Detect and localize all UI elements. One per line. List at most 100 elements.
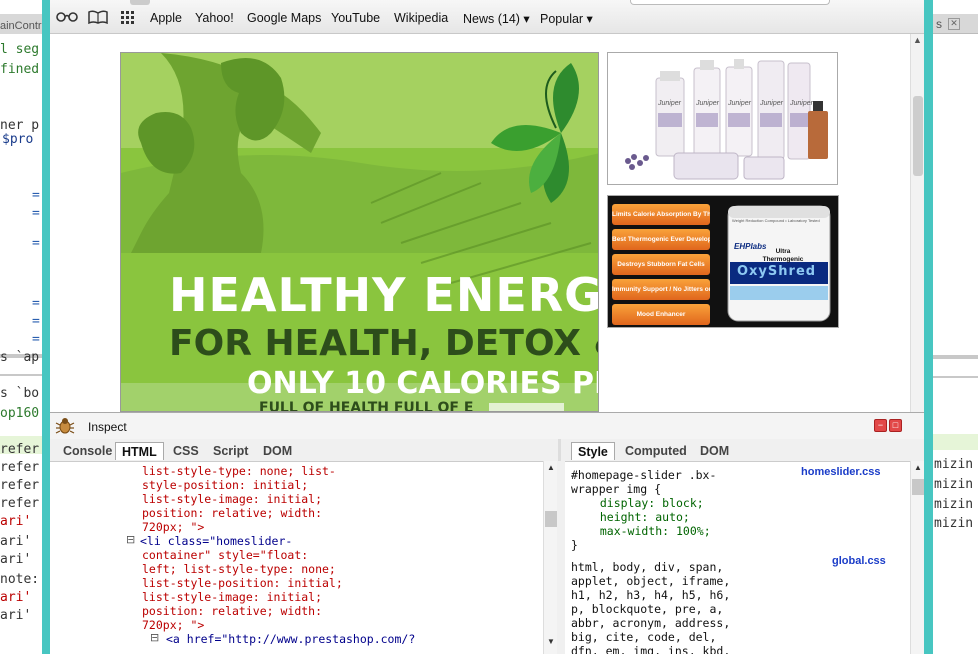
html-pane-scrollbar-track[interactable]: ▲ ▼ <box>543 461 557 654</box>
page-scroll-thumb[interactable] <box>913 96 923 176</box>
bookmark-google-maps[interactable]: Google Maps <box>247 11 321 25</box>
html-tree-line[interactable]: position: relative; width: <box>142 604 322 618</box>
style-rules-pane[interactable]: #homepage-slider .bx-wrapper img { displ… <box>565 461 910 654</box>
html-tree-line[interactable]: 720px; "> <box>142 618 204 632</box>
css-selector[interactable]: } <box>571 538 578 552</box>
ide-code-line: refer <box>0 496 40 511</box>
html-tree-pane[interactable]: list-style-type: none; list-style-positi… <box>50 461 543 654</box>
tree-collapse-toggle-icon[interactable]: ⊟ <box>150 631 159 644</box>
tab-style-dom[interactable]: DOM <box>694 442 735 460</box>
page-vertical-scrollbar[interactable]: ▲ <box>910 34 924 412</box>
ide-code-line: fined <box>0 62 40 77</box>
inspector-panel: Inspect − □ Console HTML CSS Script DOM … <box>50 412 924 654</box>
css-selector[interactable]: wrapper img { <box>571 482 661 496</box>
scroll-up-arrow-icon[interactable]: ▲ <box>913 35 922 45</box>
html-tree-line[interactable]: <li class="homeslider- <box>140 534 292 548</box>
bookmark-wikipedia[interactable]: Wikipedia <box>394 11 448 25</box>
css-selector[interactable]: h1, h2, h3, h4, h5, h6, <box>571 588 730 602</box>
css-selector[interactable]: abbr, acronym, address, <box>571 616 730 630</box>
bookmark-yahoo[interactable]: Yahoo! <box>195 11 234 25</box>
stylesheet-link-homeslider[interactable]: homeslider.css <box>801 466 881 478</box>
ide-code-line: = <box>32 314 40 329</box>
reading-list-icon[interactable] <box>56 9 78 23</box>
html-tree-line[interactable]: <a href="http://www.prestashop.com/? <box>166 632 415 646</box>
ide-code-line: ari' <box>0 514 32 529</box>
css-selector[interactable]: html, body, div, span, <box>571 560 723 574</box>
html-tree-line[interactable]: list-style-position: initial; <box>142 576 343 590</box>
inspector-minimize-button[interactable]: − <box>874 419 887 432</box>
ad-oxyshred[interactable]: Limits Calorie Absorption By The Body Be… <box>607 195 839 328</box>
bookmark-popular-folder[interactable]: Popular ▾ <box>540 11 593 26</box>
html-tree-line[interactable]: left; list-style-type: none; <box>142 562 336 576</box>
ide-right-tab-text: s <box>936 17 942 31</box>
tab-computed[interactable]: Computed <box>619 442 693 460</box>
window-frame-right <box>924 0 933 654</box>
window-frame-left <box>42 0 50 654</box>
css-property[interactable]: display: block; <box>586 496 704 510</box>
homepage-slider-image[interactable]: HEALTHY ENERGY FOR HEALTH, DETOX & WE ON… <box>120 52 599 412</box>
html-scroll-thumb[interactable] <box>545 511 557 527</box>
pane-splitter[interactable] <box>558 439 561 461</box>
ide-code-line: ari' <box>0 552 32 567</box>
css-selector[interactable]: big, cite, code, del, <box>571 630 716 644</box>
ad1-label-3: Juniper <box>728 100 751 107</box>
ide-code-line: refer <box>0 478 40 493</box>
html-tree-line[interactable]: list-style-image: initial; <box>142 492 322 506</box>
ad1-label-1: Juniper <box>658 100 681 107</box>
html-tree-line[interactable]: list-style-image: initial; <box>142 590 322 604</box>
ide-right-code-line: mizin <box>934 477 974 492</box>
ide-code-line: ari' <box>0 534 32 549</box>
ide-code-line: l seg <box>0 42 40 57</box>
html-tree-line[interactable]: style-position: initial; <box>142 478 308 492</box>
inspector-header: Inspect − □ <box>50 413 924 439</box>
oxyshred-benefit-5: Mood Enhancer <box>612 304 710 325</box>
hero-subheadline: FOR HEALTH, DETOX & WE <box>169 323 598 364</box>
tree-collapse-toggle-icon[interactable]: ⊟ <box>126 533 135 546</box>
hero-headline: HEALTHY ENERGY <box>169 268 599 322</box>
oxyshred-benefit-1: Limits Calorie Absorption By The Body <box>612 204 710 225</box>
ide-code-line: refer <box>0 442 40 457</box>
stylesheet-link-global[interactable]: global.css <box>832 555 886 567</box>
css-property[interactable]: max-width: 100%; <box>586 524 711 538</box>
ad1-label-4: Juniper <box>760 100 783 107</box>
html-scroll-down-icon[interactable]: ▼ <box>547 637 555 646</box>
bookmarks-book-icon[interactable] <box>88 10 108 25</box>
tab-style[interactable]: Style <box>571 442 615 460</box>
hero-tagline: FULL OF HEALTH FULL OF E <box>259 400 474 412</box>
tab-css[interactable]: CSS <box>167 442 205 460</box>
oxyshred-product-name: OxyShred <box>737 264 817 279</box>
skincare-bottles-image <box>608 53 837 184</box>
bookmark-youtube[interactable]: YouTube <box>331 11 380 25</box>
ide-code-line: $pro <box>2 132 34 147</box>
style-scroll-thumb[interactable] <box>912 479 924 495</box>
html-scroll-up-icon[interactable]: ▲ <box>547 463 555 472</box>
inspect-bug-icon[interactable] <box>55 417 75 435</box>
style-scroll-up-icon[interactable]: ▲ <box>914 463 922 472</box>
html-tree-line[interactable]: list-style-type: none; list- <box>142 464 336 478</box>
bookmark-news-folder[interactable]: News (14) ▾ <box>463 11 530 26</box>
html-tree-line[interactable]: container" style="float: <box>142 548 308 562</box>
ad-juniper-skincare[interactable]: Juniper Juniper Juniper Juniper Juniper <box>607 52 838 185</box>
oxyshred-benefit-3: Destroys Stubborn Fat Cells <box>612 254 710 275</box>
ad1-label-5: Juniper <box>790 100 813 107</box>
inspect-title[interactable]: Inspect <box>88 420 127 434</box>
css-selector[interactable]: dfn, em, img, ins, kbd, <box>571 644 730 654</box>
inspector-tab-bar: Console HTML CSS Script DOM Style Comput… <box>50 439 910 461</box>
style-pane-scrollbar[interactable]: ▲ <box>910 461 924 654</box>
css-property[interactable]: height: auto; <box>586 510 690 524</box>
css-selector[interactable]: applet, object, iframe, <box>571 574 730 588</box>
css-selector[interactable]: #homepage-slider .bx- <box>571 468 716 482</box>
html-tree-line[interactable]: 720px; "> <box>142 520 204 534</box>
css-selector[interactable]: p, blockquote, pre, a, <box>571 602 723 616</box>
hero-calories-text: ONLY 10 CALORIES PER <box>247 366 599 401</box>
bookmark-apple[interactable]: Apple <box>150 11 182 25</box>
tab-script[interactable]: Script <box>207 442 254 460</box>
tab-dom[interactable]: DOM <box>257 442 298 460</box>
ide-code-line: ari' <box>0 590 32 605</box>
ide-right-tab-close-icon[interactable]: ✕ <box>948 18 960 30</box>
html-tree-line[interactable]: position: relative; width: <box>142 506 322 520</box>
tab-console[interactable]: Console <box>57 442 118 460</box>
tab-html[interactable]: HTML <box>115 442 164 460</box>
inspector-close-button[interactable]: □ <box>889 419 902 432</box>
top-sites-grid-icon[interactable] <box>121 11 135 25</box>
